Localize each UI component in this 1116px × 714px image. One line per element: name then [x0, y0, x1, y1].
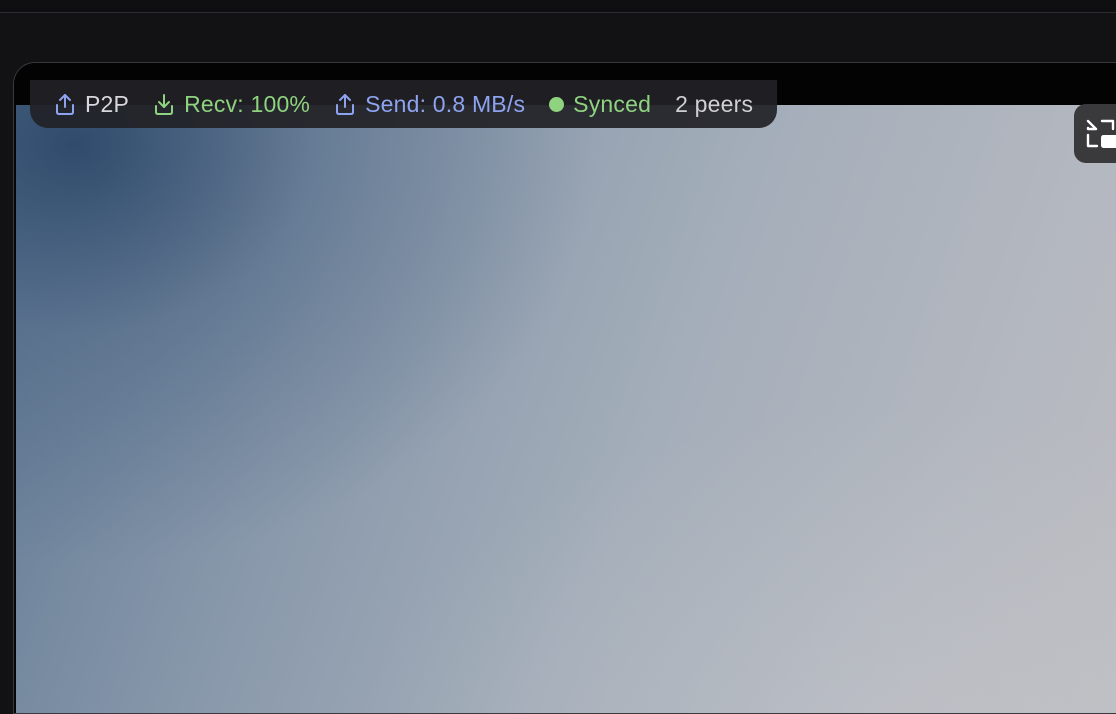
- peers-label: 2 peers: [675, 90, 754, 117]
- upload-icon: [56, 94, 74, 115]
- peer-count: 2 peers: [675, 91, 753, 118]
- sync-status-dot-icon: [549, 96, 565, 112]
- p2p-label: P2P: [85, 90, 130, 117]
- video-frame-shading: [16, 105, 1116, 713]
- sync-status: Synced: [549, 91, 651, 118]
- receive-label: Recv: 100%: [184, 90, 311, 117]
- p2p-status-bar: P2P Recv: 100% Send: 0.8 MB/s Synced 2 p…: [30, 80, 778, 128]
- download-icon: [155, 94, 174, 115]
- picture-in-picture-icon: [1086, 119, 1116, 148]
- video-frame[interactable]: [16, 105, 1116, 713]
- video-player: [13, 62, 1116, 714]
- p2p-indicator: P2P: [54, 91, 129, 118]
- receive-status: Recv: 100%: [153, 91, 310, 118]
- send-status: Send: 0.8 MB/s: [334, 91, 525, 118]
- send-label: Send: 0.8 MB/s: [365, 90, 526, 117]
- upload-icon: [336, 94, 355, 115]
- picture-in-picture-button[interactable]: [1074, 104, 1116, 163]
- sync-label: Synced: [573, 90, 652, 117]
- window-top-strip: [0, 0, 1116, 13]
